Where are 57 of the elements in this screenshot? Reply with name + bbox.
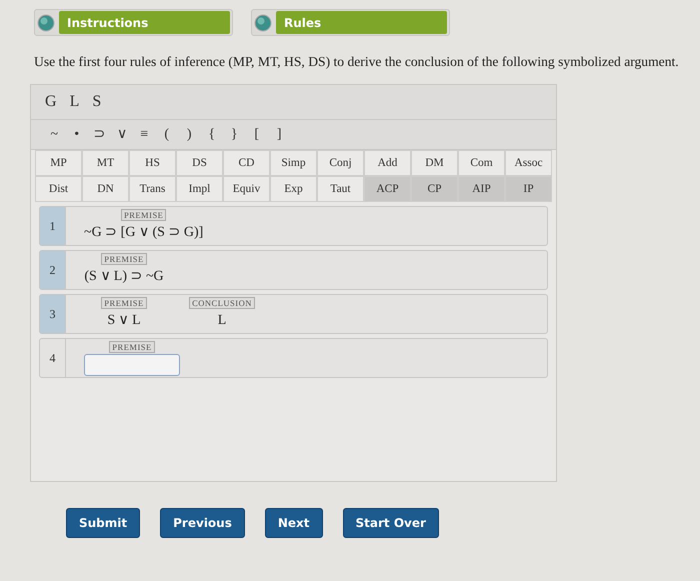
symbol-key[interactable]: ⊃ xyxy=(88,124,110,146)
action-button[interactable]: Next xyxy=(264,508,323,538)
line-tag: PREMISE xyxy=(120,209,166,222)
line-number: 1 xyxy=(40,207,66,246)
action-button[interactable]: Submit xyxy=(66,508,140,538)
rule-button[interactable]: Equiv xyxy=(223,176,270,202)
symbol-key[interactable]: ( xyxy=(156,124,178,146)
rule-button[interactable]: DM xyxy=(411,150,458,176)
symbol-key[interactable]: { xyxy=(200,124,223,146)
rule-button[interactable]: CP xyxy=(411,176,458,202)
rule-button[interactable]: Taut xyxy=(317,176,364,202)
rule-button[interactable]: Impl xyxy=(176,176,223,202)
rule-button[interactable]: DS xyxy=(176,150,223,176)
formula-text: L xyxy=(218,312,226,330)
line-tag: PREMISE xyxy=(109,341,155,354)
rule-button[interactable]: CD xyxy=(223,150,270,176)
rule-button[interactable]: Assoc xyxy=(505,150,552,176)
formula-text: ~G ⊃ [G ∨ (S ⊃ G)] xyxy=(84,224,204,242)
globe-icon xyxy=(37,14,55,32)
input-field[interactable] xyxy=(84,354,180,376)
rule-button[interactable]: Com xyxy=(458,150,505,176)
letter-key[interactable]: G xyxy=(45,90,57,114)
letter-key[interactable]: S xyxy=(92,90,102,114)
rule-button[interactable]: Conj xyxy=(317,150,364,176)
line-number: 3 xyxy=(40,295,66,334)
line-tag: PREMISE xyxy=(101,253,147,266)
symbol-key[interactable]: ≡ xyxy=(133,124,156,146)
globe-icon xyxy=(254,14,272,32)
rule-button[interactable]: Trans xyxy=(129,176,176,202)
rule-button[interactable]: ACP xyxy=(364,176,411,202)
rule-button[interactable]: AIP xyxy=(458,176,505,202)
line-number: 4 xyxy=(40,339,66,378)
symbol-key[interactable]: } xyxy=(223,124,246,146)
line-tag: PREMISE xyxy=(101,297,147,310)
action-button[interactable]: Previous xyxy=(160,508,245,538)
symbol-key[interactable]: • xyxy=(66,124,88,146)
formula-text: S ∨ L xyxy=(107,312,141,330)
symbol-key[interactable]: ] xyxy=(268,124,290,146)
symbol-key[interactable]: ) xyxy=(178,124,200,146)
rule-button[interactable]: Dist xyxy=(35,176,82,202)
symbol-key[interactable]: ~ xyxy=(43,124,66,146)
rule-button[interactable]: MT xyxy=(82,150,129,176)
symbol-key[interactable]: ∨ xyxy=(110,124,133,146)
letter-key[interactable]: L xyxy=(70,90,80,114)
rule-button[interactable]: Simp xyxy=(270,150,317,176)
rule-button[interactable]: Exp xyxy=(270,176,317,202)
instruction-text: Use the first four rules of inference (MP, MT, HS, DS) to derive the conclusion of the following symbolized argument. xyxy=(34,53,680,71)
line-tag: CONCLUSION xyxy=(189,297,255,310)
symbol-key[interactable]: [ xyxy=(246,124,268,146)
rule-button[interactable]: MP xyxy=(35,150,82,176)
rule-button[interactable]: HS xyxy=(129,150,176,176)
rule-button[interactable]: IP xyxy=(505,176,552,202)
line-number: 2 xyxy=(40,251,66,290)
rule-button[interactable]: Add xyxy=(364,150,411,176)
action-button[interactable]: Start Over xyxy=(342,508,439,538)
formula-text: (S ∨ L) ⊃ ~G xyxy=(84,268,164,286)
rule-button[interactable]: DN xyxy=(82,176,129,202)
